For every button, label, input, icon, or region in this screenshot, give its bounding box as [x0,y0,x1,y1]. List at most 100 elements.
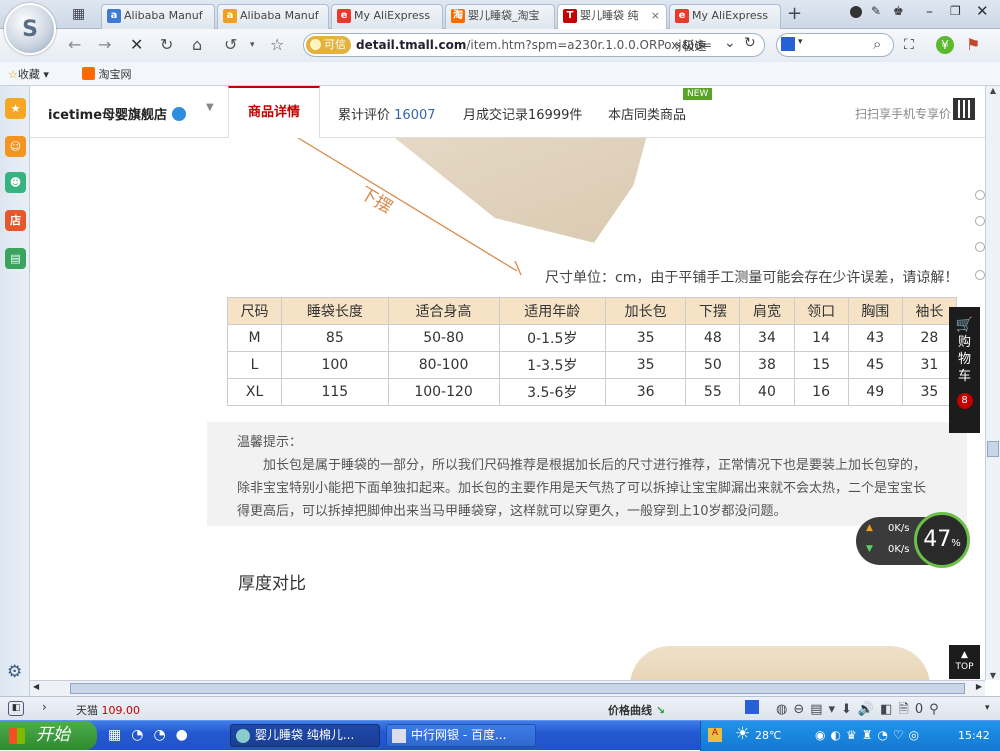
tools-icon[interactable]: ✎ [871,4,881,18]
favorites-sidebar-icon[interactable]: ★ [5,98,26,119]
skin-icon[interactable]: ♚ [893,4,904,18]
tab-similar-items[interactable]: 本店同类商品 [608,104,686,123]
quicklaunch-icons[interactable]: ▦◔◔● [108,727,198,743]
broom-icon[interactable]: ⚑ [966,35,980,54]
stop-icon[interactable]: ✕ [130,36,143,54]
scroll-down-icon[interactable]: ▼ [986,671,1000,680]
vertical-scrollbar[interactable]: ▲ ▼ [985,86,1000,680]
download-icon: ▼ [866,544,873,554]
tab-5-active[interactable]: T 婴儿睡袋 纯 × [557,4,667,30]
history-dropdown-icon[interactable]: ▾ [250,36,255,54]
scroll-thumb[interactable] [987,441,999,457]
taskbar-item-bank[interactable]: 中行网银 - 百度... [386,724,536,747]
review-count: 16007 [394,108,436,123]
close-window-icon[interactable]: ✕ [976,2,989,20]
tab-reviews[interactable]: 累计评价 16007 [338,104,436,123]
restore-icon[interactable]: ❐ [950,4,961,18]
scroll-left-icon[interactable]: ◀ [33,682,39,691]
status-bar: ◧ › 天猫 109.00 价格曲线 ↘ 🐾 ◍⊖▤▾⬇🔊◧🗎0⚲ ▾ [0,696,1000,720]
url-text[interactable]: detail.tmall.com/item.htm?spm=a230r.1.0.… [356,37,712,53]
tab-4[interactable]: 淘婴儿睡袋_淘宝 [445,4,555,29]
tab-product-details[interactable]: 商品详情 [228,86,320,138]
weather-sun-icon[interactable]: ☀ [735,724,750,744]
screenshot-icon[interactable]: ⛶ [904,37,914,53]
tmall-icon: T [563,9,577,23]
yuan-icon[interactable]: ¥ [936,36,954,54]
search-box[interactable]: 🐾 ▾ ⌕ [776,33,894,57]
paw-icon[interactable]: 🐾 [745,700,759,714]
arrow-up-icon: ▲ [961,650,968,660]
scroll-up-icon[interactable]: ▲ [986,86,1000,100]
speed-mode-label[interactable]: ⚡极速 [674,37,706,54]
hscroll-thumb[interactable] [70,683,965,694]
tab-6[interactable]: e My AliExpress [669,4,781,29]
browser-logo-icon[interactable]: S [4,3,56,55]
mobile-price-label[interactable]: 扫扫享手机专享价 [855,105,951,122]
back-to-top-button[interactable]: ▲ TOP [949,645,980,679]
price-curve-button[interactable]: 价格曲线 ↘ [608,702,665,718]
size-table: 尺码 睡袋长度 适合身高 适用年龄 加长包 下摆 肩宽 领口 胸围 袖长 M 85… [226,297,958,406]
bookmark-taobao[interactable]: 淘宝网 [82,66,132,82]
table-cell: 1-3.5岁 [498,351,607,379]
windows-logo-icon [9,728,25,744]
header-cell: 领口 [793,297,849,325]
new-tab-icon[interactable]: + [787,3,802,24]
trusted-badge: 可信 [306,36,351,54]
back-icon[interactable]: ← [68,36,81,54]
tab-1[interactable]: a Alibaba Manuf [101,4,215,29]
table-row: M 85 50-80 0-1.5岁 35 48 34 14 43 28 [226,324,958,352]
map-sidebar-icon[interactable]: ▤ [5,248,26,269]
status-tray-icons[interactable]: ◍⊖▤▾⬇🔊◧🗎0⚲ [776,700,945,722]
system-tray: A ☀ 28℃ ◉◐♛♜◔♡◎ 15:42 [700,721,1000,751]
help-icon[interactable] [850,6,862,18]
start-button[interactable]: 开始 [0,721,97,750]
zoom-dropdown-icon[interactable]: ▾ [985,703,990,713]
settings-gear-icon[interactable]: ⚙ [7,662,22,682]
search-engine-icon[interactable]: 🐾 [781,37,795,51]
favorites-button[interactable]: ☆收藏 ▾ [8,66,49,82]
network-speed-widget[interactable]: ▲ 0K/s ▼ 0K/s 47% [856,512,970,568]
minimize-icon[interactable]: – [926,4,933,20]
qr-code-icon[interactable] [953,98,975,120]
search-icon[interactable]: ⌕ [873,35,881,53]
scroll-right-icon[interactable]: ▶ [976,682,982,691]
tab-sales-records[interactable]: 月成交记录16999件 [463,104,582,123]
game-sidebar-icon[interactable]: ☺ [5,136,26,157]
horizontal-scrollbar[interactable]: ◀ ▶ [30,680,985,696]
ime-icon[interactable]: A [708,728,722,742]
tab-grid-icon[interactable]: ▦ [72,6,88,22]
forward-icon[interactable]: → [98,36,111,54]
address-bar[interactable]: 可信 detail.tmall.com/item.htm?spm=a230r.1… [303,33,765,57]
tip-box: 温馨提示： 加长包是属于睡袋的一部分，所以我们尺码推荐是根据加长后的尺寸进行推荐… [207,422,967,526]
table-cell: 14 [793,324,849,352]
shop-dropdown-icon[interactable]: ▼ [206,102,214,113]
sidebar-toggle-icon[interactable]: ◧ [8,701,24,716]
nav-dot[interactable] [975,190,985,200]
contacts-sidebar-icon[interactable]: ☻ [5,172,26,193]
home-icon[interactable]: ⌂ [192,36,202,54]
bank-task-icon [392,729,406,743]
url-refresh-icon[interactable]: ↻ [744,35,756,51]
star-icon: ☆ [8,68,18,81]
tab-3[interactable]: e My AliExpress [331,4,443,29]
tmall-price-info[interactable]: 天猫 109.00 [76,702,140,718]
weather-temp: 28℃ [755,729,782,742]
engine-dropdown-icon[interactable]: ▾ [798,37,803,47]
cart-label-char: 物 [957,352,971,367]
tray-icons[interactable]: ◉◐♛♜◔♡◎ [815,728,924,742]
refresh-icon[interactable]: ↻ [160,36,173,54]
nav-dot[interactable] [975,270,985,280]
expand-arrow-icon[interactable]: › [42,700,47,714]
star-icon[interactable]: ☆ [270,36,284,54]
shop-sidebar-icon[interactable]: 店 [5,210,26,231]
mode-dropdown-icon[interactable]: ⌄ [724,35,736,51]
close-tab-icon[interactable]: × [651,5,660,27]
cart-panel[interactable]: 🛒 购 物 车 8 [949,307,980,433]
nav-dot[interactable] [975,242,985,252]
history-icon[interactable]: ↺ [224,36,237,54]
tab-2[interactable]: a Alibaba Manuf [217,4,329,29]
taskbar-item-browser[interactable]: 婴儿睡袋 纯棉儿... [230,724,380,747]
shop-name[interactable]: icetime母婴旗舰店 [48,104,186,123]
nav-dot[interactable] [975,216,985,226]
header-cell: 肩宽 [739,297,795,325]
